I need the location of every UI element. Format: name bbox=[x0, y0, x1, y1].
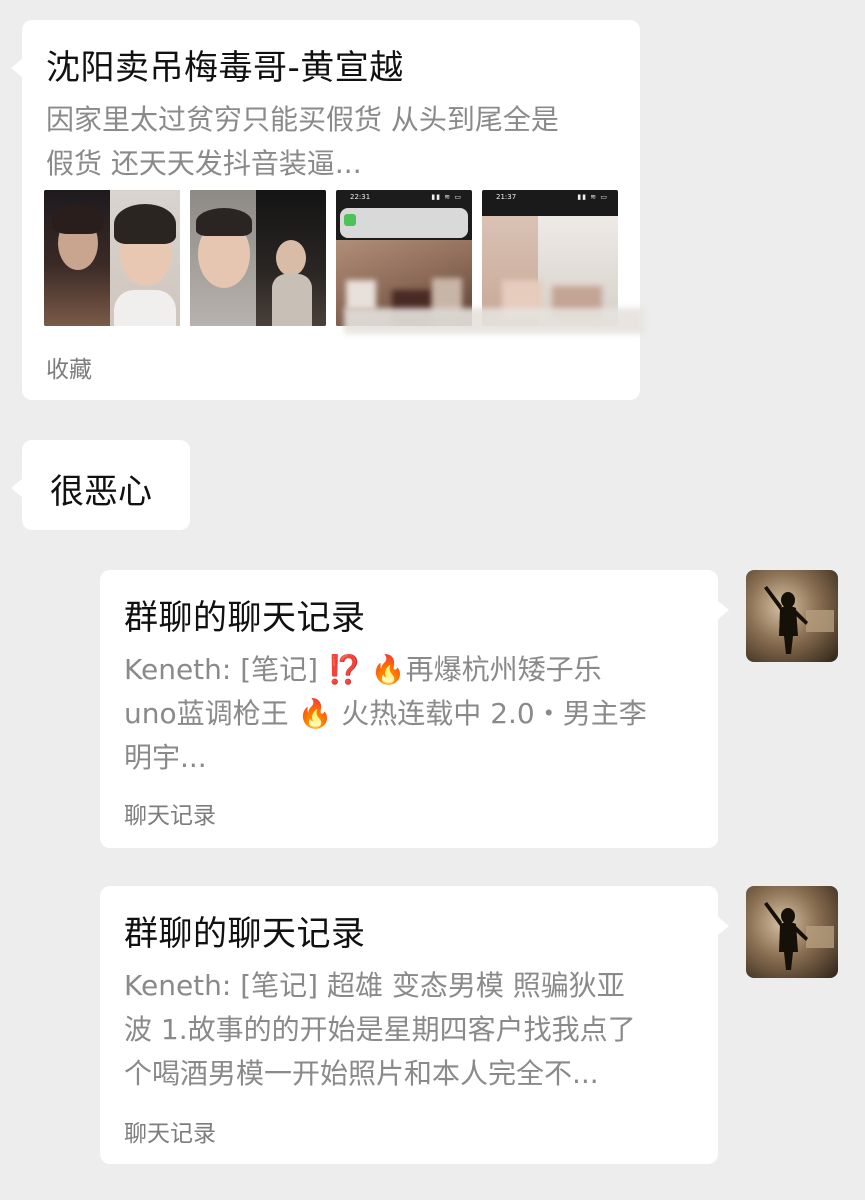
blur-overlay bbox=[344, 308, 644, 334]
chat-record-card[interactable]: 群聊的聊天记录 Keneth: [笔记] ⁉️ 🔥再爆杭州矮子乐 uno蓝调枪王… bbox=[100, 570, 729, 848]
chat-record-line1: Keneth: [笔记] ⁉️ 🔥再爆杭州矮子乐 bbox=[124, 653, 602, 686]
chat-record-line1: Keneth: [笔记] 超雄 变态男模 照骗狄亚 bbox=[124, 969, 625, 1002]
chat-record-line2: uno蓝调枪王 🔥 火热连载中 2.0・男主李 bbox=[124, 697, 647, 730]
thumbnail-image bbox=[44, 190, 180, 326]
shadow-figure-avatar-icon[interactable] bbox=[746, 886, 838, 978]
chat-record-card[interactable]: 群聊的聊天记录 Keneth: [笔记] 超雄 变态男模 照骗狄亚 波 1.故事… bbox=[100, 886, 729, 1164]
thumbnail-image bbox=[190, 190, 326, 326]
status-time: 22:31 bbox=[350, 193, 371, 201]
chat-record-source: 聊天记录 bbox=[124, 1121, 216, 1147]
thumbnail-image: 21:37 ▮▮ ≋ ▭ bbox=[482, 190, 618, 326]
chat-record-line3: 明宇... bbox=[124, 741, 207, 774]
text-message[interactable]: 很恶心 bbox=[11, 440, 190, 530]
signal-battery-icon: ▮▮ ≋ ▭ bbox=[431, 193, 462, 201]
status-time: 21:37 bbox=[496, 193, 517, 201]
chat-record-title: 群聊的聊天记录 bbox=[124, 598, 366, 638]
link-card-source: 收藏 bbox=[46, 357, 92, 383]
chat-record-line2: 波 1.故事的的开始是星期四客户找我点了 bbox=[124, 1013, 636, 1046]
link-card-desc-line1: 因家里太过贫穷只能买假货 从头到尾全是 bbox=[46, 103, 559, 136]
text-message-content: 很恶心 bbox=[50, 472, 152, 512]
chat-record-line3: 个喝酒男模一开始照片和本人完全不... bbox=[124, 1057, 599, 1090]
shadow-figure-avatar-icon[interactable] bbox=[746, 570, 838, 662]
link-card-desc-line2: 假货 还天天发抖音装逼... bbox=[46, 147, 362, 180]
link-card-title: 沈阳卖吊梅毒哥-黄宣越 bbox=[46, 48, 404, 88]
chat-record-source: 聊天记录 bbox=[124, 803, 216, 829]
link-card-thumbnails: 22:31 ▮▮ ≋ ▭ 21:37 ▮▮ ≋ ▭ bbox=[44, 190, 644, 340]
signal-battery-icon: ▮▮ ≋ ▭ bbox=[577, 193, 608, 201]
link-card-message[interactable]: 沈阳卖吊梅毒哥-黄宣越 因家里太过贫穷只能买假货 从头到尾全是 假货 还天天发抖… bbox=[11, 20, 644, 400]
chat-record-title: 群聊的聊天记录 bbox=[124, 914, 366, 954]
thumbnail-image: 22:31 ▮▮ ≋ ▭ bbox=[336, 190, 472, 326]
